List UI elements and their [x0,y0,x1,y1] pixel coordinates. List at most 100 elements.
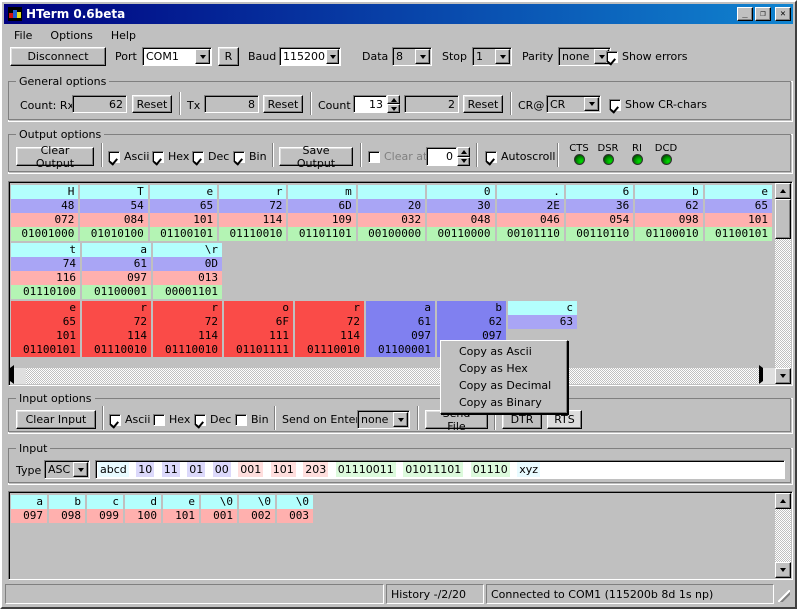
input-format-bin-checkbox[interactable]: Bin [235,413,269,426]
output-data-cell[interactable]: r 72 114 01110010 [153,301,222,357]
menu-help[interactable]: Help [103,27,144,44]
baud-select[interactable]: 115200 [279,47,341,66]
input-preview-cell[interactable]: b 098 [49,495,85,523]
scroll-left-icon[interactable] [10,365,26,384]
scroll-down-icon[interactable] [775,368,791,384]
input-preview-cell[interactable]: \0 003 [277,495,313,523]
parity-select[interactable]: none [558,47,611,66]
output-data-cell[interactable]: r 72 114 01110010 [82,301,151,357]
reset-rx-button[interactable]: Reset [132,95,172,113]
output-vertical-scrollbar[interactable] [775,183,791,384]
output-horizontal-scrollbar[interactable] [10,365,775,384]
cr-at-select[interactable]: CR [546,95,601,113]
output-data-cell[interactable]: m 6D 109 01101101 [288,185,356,241]
save-output-button[interactable]: Save Output [279,144,353,170]
scroll-up-icon[interactable] [775,183,791,199]
context-menu-item-2[interactable]: Copy as Decimal [441,377,567,394]
input-format-ascii-checkbox[interactable]: Ascii [109,413,150,426]
clear-at-input[interactable]: 0 [426,147,457,166]
input-preview-cell[interactable]: \0 001 [201,495,237,523]
input-preview-cell[interactable]: \0 002 [239,495,275,523]
stepper-up-icon[interactable] [387,95,400,104]
output-format-dec-checkbox[interactable]: Dec [192,150,229,163]
output-data-cell[interactable]: r 72 114 01110010 [219,185,287,241]
output-data-cell[interactable]: T 54 084 01010100 [80,185,148,241]
context-menu-item-1[interactable]: Copy as Hex [441,360,567,377]
output-data-cell[interactable]: r 72 114 01110010 [295,301,364,357]
menu-file[interactable]: File [6,27,40,44]
show-errors-checkbox[interactable]: Show errors [606,50,688,63]
chevron-down-icon[interactable] [326,49,339,64]
send-on-enter-select[interactable]: none [357,410,410,429]
output-data-cell[interactable]: b 62 098 01100010 [635,185,703,241]
output-data-cell[interactable]: a 61 097 01100001 [82,243,151,299]
copy-context-menu[interactable]: Copy as Ascii Copy as Hex Copy as Decimal C… [440,340,568,414]
input-preview-cell[interactable]: a 097 [11,495,47,523]
chevron-down-icon[interactable] [495,49,510,64]
reset-tx-button[interactable]: Reset [263,95,303,113]
output-format-ascii-checkbox[interactable]: Ascii [108,150,149,163]
count-stepper[interactable] [387,95,400,113]
output-data-cell[interactable]: t 74 116 01110100 [11,243,80,299]
scroll-up-icon[interactable] [775,493,791,509]
output-data-cell[interactable]: a 61 097 01100001 [366,301,435,357]
chevron-down-icon[interactable] [584,97,599,111]
close-button[interactable]: ✕ [775,7,791,21]
input-preview-panel[interactable]: a 097 b 098 c 099 d 100 e 101 \0 001 \0 002 \0 003 [8,491,793,580]
autoscroll-checkbox[interactable]: Autoscroll [485,150,555,163]
output-data-cell[interactable]: \r 0D 013 00001101 [153,243,222,299]
scroll-right-icon[interactable] [759,365,775,384]
preview-vertical-scrollbar[interactable] [775,493,791,578]
input-text-field[interactable]: abcd 10 11 01 00 001 101 203 01110011 01… [95,460,785,479]
chevron-down-icon[interactable] [415,49,430,64]
output-data-cell[interactable]: 6 36 054 00110110 [565,185,634,241]
clear-input-button[interactable]: Clear Input [16,410,96,429]
scrollbar-track[interactable] [26,368,759,384]
input-preview-cell[interactable]: e 101 [163,495,199,523]
disconnect-button[interactable]: Disconnect [10,47,106,66]
output-data-cell[interactable]: . 2E 046 00101110 [496,185,564,241]
clear-at-checkbox[interactable]: Clear at [368,150,427,163]
output-data-cell[interactable]: 0 30 048 00110000 [427,185,495,241]
output-data-cell[interactable]: 20 032 00100000 [357,185,426,241]
stepper-down-icon[interactable] [387,104,400,113]
reset-count-button[interactable]: Reset [463,95,503,113]
port-select[interactable]: COM1 [142,47,212,66]
output-data-cell[interactable]: e 65 101 01100101 [11,301,80,357]
output-format-bin-checkbox[interactable]: Bin [233,150,267,163]
rescan-ports-button[interactable]: R [218,47,239,66]
output-data-panel[interactable]: H 48 072 01001000 T 54 084 01010100 e 65 101 011001… [8,181,793,386]
input-preview-cell[interactable]: d 100 [125,495,161,523]
chevron-down-icon[interactable] [195,49,210,64]
chevron-down-icon[interactable] [73,462,88,477]
cell-hex: 72 [219,199,287,213]
input-preview-cell[interactable]: c 099 [87,495,123,523]
clear-output-button[interactable]: Clear Output [16,144,94,170]
minimize-button[interactable]: _ [737,7,753,21]
scroll-down-icon[interactable] [775,562,791,578]
input-type-select[interactable]: ASC [44,460,90,479]
output-data-cell[interactable]: H 48 072 01001000 [11,185,79,241]
output-data-cell[interactable]: e 65 101 01100101 [149,185,218,241]
resize-grip[interactable] [776,584,792,604]
context-menu-item-3[interactable]: Copy as Binary [441,394,567,411]
maximize-button[interactable]: ❐ [755,7,771,21]
input-format-hex-checkbox[interactable]: Hex [153,413,190,426]
scrollbar-track[interactable] [775,509,791,562]
output-data-cell[interactable]: e 65 101 01100101 [704,185,772,241]
clear-at-stepper[interactable] [457,147,470,166]
output-data-cell[interactable]: o 6F 111 01101111 [224,301,293,357]
menu-options[interactable]: Options [42,27,100,44]
scrollbar-thumb[interactable] [775,199,791,239]
data-bits-select[interactable]: 8 [392,47,432,66]
stop-bits-select[interactable]: 1 [472,47,512,66]
context-menu-item-0[interactable]: Copy as Ascii [441,343,567,360]
stepper-down-icon[interactable] [457,156,470,166]
stepper-up-icon[interactable] [457,147,470,157]
show-cr-chars-checkbox[interactable]: Show CR-chars [609,98,707,111]
scrollbar-track[interactable] [775,199,791,368]
input-format-dec-checkbox[interactable]: Dec [194,413,231,426]
output-format-hex-checkbox[interactable]: Hex [152,150,189,163]
chevron-down-icon[interactable] [393,412,408,427]
count-input[interactable]: 13 [353,95,387,113]
